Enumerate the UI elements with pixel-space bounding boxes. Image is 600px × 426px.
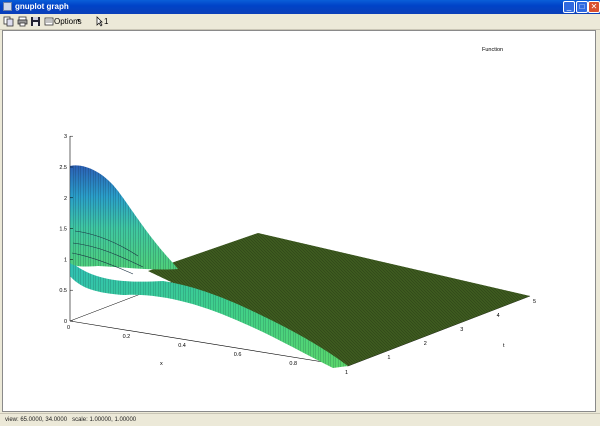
- t-tick-label: 4: [497, 313, 500, 319]
- x-axis-label: x: [160, 361, 163, 367]
- print-icon[interactable]: [17, 16, 28, 27]
- gnuplot-window: gnuplot graph _ □ ✕ Options ▼ 1 0 0.5 1 …: [0, 0, 600, 426]
- t-tick-label: 1: [387, 355, 390, 361]
- plot-count: 1: [104, 17, 109, 26]
- cursor-icon: [96, 16, 103, 27]
- view-label: view:: [5, 417, 19, 423]
- maximize-button[interactable]: □: [576, 1, 588, 13]
- status-bar: view: 65.0000, 34.0000 scale: 1.00000, 1…: [0, 413, 600, 426]
- minimize-button[interactable]: _: [563, 1, 575, 13]
- t-tick-label: 2: [424, 341, 427, 347]
- z-tick-label: 0.5: [59, 288, 67, 294]
- x-tick-label: 0.2: [123, 334, 131, 340]
- x-tick-label: 0.8: [289, 361, 297, 367]
- save-icon[interactable]: [30, 16, 41, 27]
- z-tick-label: 2: [64, 196, 67, 202]
- toolbar: Options ▼ 1: [0, 14, 600, 30]
- app-icon: [3, 2, 12, 11]
- surface-peak-mesh: [70, 165, 178, 270]
- plot-toggle-button[interactable]: 1: [96, 16, 110, 27]
- x-tick-label: 1: [345, 370, 348, 376]
- status-text: view: 65.0000, 34.0000 scale: 1.00000, 1…: [5, 415, 136, 426]
- key-label: Function: [482, 47, 503, 53]
- surface-plot: 00.511.522.53 00.20.40.60.81 12345 x t F…: [59, 47, 536, 376]
- title-bar[interactable]: gnuplot graph _ □ ✕: [0, 0, 600, 14]
- close-button[interactable]: ✕: [588, 1, 600, 13]
- z-tick-label: 2.5: [59, 165, 67, 171]
- x-tick-label: 0: [67, 325, 70, 331]
- z-tick-label: 1.5: [59, 227, 67, 233]
- z-tick-label: 3: [64, 134, 67, 140]
- t-tick-label: 3: [460, 327, 463, 333]
- chevron-down-icon: ▼: [76, 18, 81, 24]
- scale-label: scale:: [72, 417, 88, 423]
- options-menu-button[interactable]: Options ▼: [44, 16, 84, 27]
- z-tick-label: 1: [64, 257, 67, 263]
- t-axis-label: t: [503, 343, 505, 349]
- x-tick-label: 0.6: [234, 352, 242, 358]
- scale-value: 1.00000, 1.00000: [89, 417, 137, 423]
- window-title: gnuplot graph: [15, 2, 69, 11]
- plot-area[interactable]: 0 0.5 1 1.5 2 2.5 3 0 0.2 0.4 0.6 0.8 1 12345 x t F…: [2, 30, 596, 412]
- t-tick-label: 5: [533, 299, 536, 305]
- copy-clipboard-icon[interactable]: [3, 16, 14, 27]
- view-value: 65.0000, 34.0000: [20, 417, 68, 423]
- x-tick-label: 0.4: [178, 343, 186, 349]
